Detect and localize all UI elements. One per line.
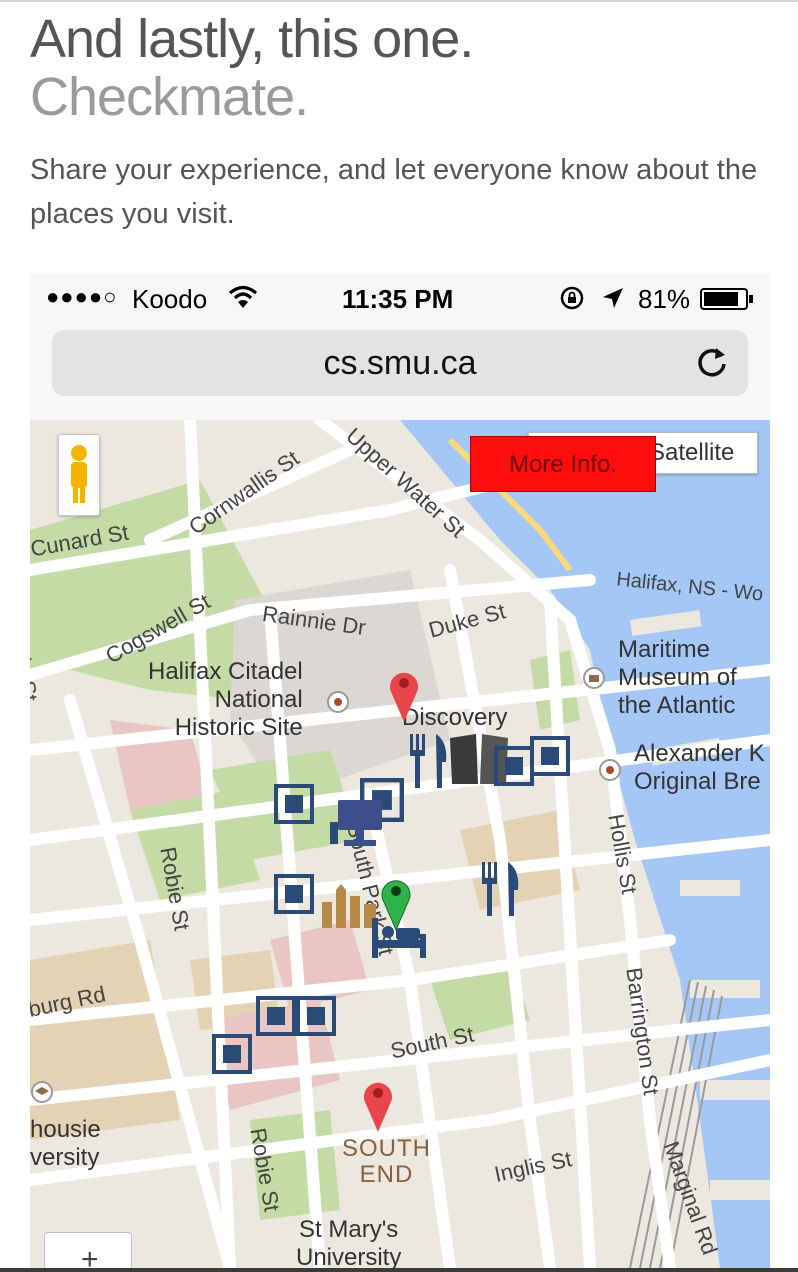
checkpoint-marker-icon[interactable] <box>530 736 570 776</box>
alexander-line-2: Original Bre <box>634 768 761 795</box>
place-label-dalhousie: housie versity <box>30 1116 101 1172</box>
hotel-bed-icon[interactable] <box>370 916 428 960</box>
map-view[interactable]: Satellite More Info. Upper Water St Corn… <box>30 420 770 1268</box>
page-heading: And lastly, this one. Checkmate. <box>30 9 474 127</box>
checkpoint-marker-icon[interactable] <box>274 874 314 914</box>
rotation-lock-icon <box>560 286 584 310</box>
battery-percentage: 81% <box>638 284 691 314</box>
dalhousie-line-2: versity <box>30 1144 100 1171</box>
bottom-border <box>0 1268 798 1272</box>
map-pin-discovery-icon[interactable] <box>386 666 422 724</box>
more-info-label: More Info. <box>508 451 618 478</box>
st-marys-line-1: St Mary's <box>299 1216 399 1243</box>
carrier-name: Koodo <box>132 284 208 314</box>
south-end-line-2: END <box>359 1161 414 1188</box>
intro-text: Share your experience, and let everyone … <box>30 154 758 230</box>
status-bar: ●●●●○ Koodo 11:35 PM 81% <box>30 274 770 322</box>
place-label-south-end: SOUTH END <box>342 1136 431 1188</box>
top-border <box>0 0 798 2</box>
place-label-st-marys: St Mary's University <box>296 1216 401 1268</box>
restaurant-icon-1[interactable] <box>406 732 452 790</box>
zoom-in-button[interactable]: + <box>44 1232 132 1268</box>
place-label-citadel: Halifax Citadel National Historic Site <box>148 658 303 742</box>
pegman-icon <box>71 445 87 503</box>
citadel-line-2: National <box>214 686 303 713</box>
citadel-line-3: Historic Site <box>174 714 303 741</box>
url-text: cs.smu.ca <box>323 344 477 382</box>
maritime-line-2: Museum of <box>618 664 737 691</box>
map-pin-south-end-icon[interactable] <box>360 1076 396 1134</box>
location-arrow-icon <box>603 288 623 308</box>
checkpoint-marker-icon[interactable] <box>296 996 336 1036</box>
museum-poi-icon[interactable] <box>582 666 606 690</box>
status-time: 11:35 PM <box>342 284 454 314</box>
wifi-icon <box>228 285 258 308</box>
maritime-line-1: Maritime <box>618 636 711 663</box>
south-end-line-1: SOUTH <box>342 1135 431 1162</box>
dalhousie-line-1: housie <box>30 1116 101 1143</box>
more-info-button[interactable]: More Info. <box>470 436 656 492</box>
address-bar[interactable]: cs.smu.ca <box>52 330 748 396</box>
signal-strength-icon: ●●●●○ <box>46 284 118 309</box>
checkpoint-marker-icon[interactable] <box>274 784 314 824</box>
checkpoint-marker-icon[interactable] <box>494 746 534 786</box>
st-marys-line-2: University <box>296 1244 402 1268</box>
checkpoint-marker-icon[interactable] <box>212 1034 252 1074</box>
alexander-line-1: Alexander K <box>634 740 765 767</box>
citadel-poi-icon[interactable] <box>326 690 350 714</box>
heading-line-1: And lastly, this one. <box>30 9 474 69</box>
battery-icon <box>700 288 753 310</box>
satellite-label: Satellite <box>649 439 735 466</box>
citadel-line-1: Halifax Citadel <box>148 658 303 685</box>
street-view-pegman[interactable] <box>58 434 100 516</box>
brewery-poi-icon[interactable] <box>598 758 622 782</box>
checkpoint-marker-icon[interactable] <box>256 996 296 1036</box>
reload-icon[interactable] <box>694 344 730 380</box>
restaurant-icon-2[interactable] <box>478 860 524 918</box>
place-label-alexander-keiths: Alexander K Original Bre <box>634 740 765 796</box>
maritime-line-3: the Atlantic <box>618 692 736 719</box>
computer-lab-icon[interactable] <box>328 798 392 854</box>
university-poi-icon[interactable] <box>30 1080 54 1104</box>
place-label-maritime-museum: Maritime Museum of the Atlantic <box>618 636 737 720</box>
zoom-in-label: + <box>81 1243 99 1268</box>
heading-line-2: Checkmate. <box>30 67 309 127</box>
phone-screenshot: ●●●●○ Koodo 11:35 PM 81% cs.smu.ca Satel… <box>30 274 770 1268</box>
